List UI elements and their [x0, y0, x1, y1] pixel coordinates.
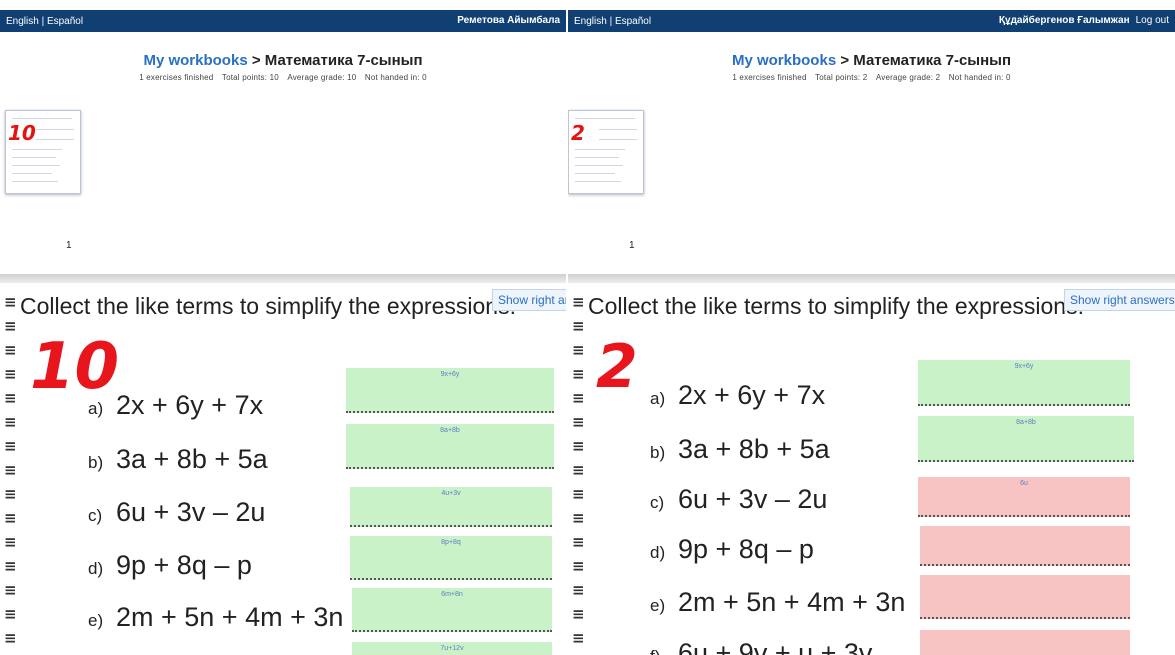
- exercise-expression: 9p + 8q – p: [116, 550, 252, 580]
- exercise-letter: f): [650, 647, 678, 655]
- handwritten-grade: 2: [596, 332, 638, 402]
- left-student-panel: English | Español Реметова Айымбала My w…: [0, 0, 566, 655]
- answer-field-e[interactable]: [920, 575, 1130, 619]
- exercise-expression: 6u + 3v – 2u: [116, 497, 266, 527]
- my-workbooks-link[interactable]: My workbooks: [732, 52, 836, 69]
- stat-not-handed-in: Not handed in: 0: [948, 73, 1011, 82]
- exercise-letter: b): [88, 453, 104, 472]
- exercise-row: a) 2x + 6y + 7x: [88, 390, 263, 421]
- worksheet-title: Collect the like terms to simplify the e…: [588, 293, 1084, 319]
- language-switcher[interactable]: English | Español: [6, 16, 83, 27]
- answer-text: 4u+3v: [441, 490, 461, 497]
- exercise-expression: 2x + 6y + 7x: [116, 390, 264, 420]
- exercise-expression: 2x + 6y + 7x: [678, 380, 826, 410]
- answer-text: 8a+8b: [440, 427, 460, 434]
- answer-field-b[interactable]: 8a+8b: [346, 424, 554, 469]
- stat-not-handed-in: Not handed in: 0: [364, 73, 427, 82]
- answer-field-f[interactable]: 7u+12v: [352, 642, 552, 655]
- exercise-letter: e): [650, 596, 666, 615]
- exercise-expression: 9p + 8q – p: [678, 534, 814, 564]
- answer-field-a[interactable]: 9x+6y: [346, 368, 554, 413]
- my-workbooks-link[interactable]: My workbooks: [143, 52, 247, 69]
- exercise-letter: d): [88, 559, 104, 578]
- answer-field-c[interactable]: 6u: [918, 477, 1130, 517]
- workbook-stats: 1 exercises finished Total points: 2 Ave…: [568, 73, 1175, 82]
- exercise-letter: a): [650, 389, 666, 408]
- worksheet-title: Collect the like terms to simplify the e…: [20, 293, 516, 319]
- thumbnail-grade: 10: [8, 121, 36, 145]
- exercise-expression: 2m + 5n + 4m + 3n: [678, 587, 906, 617]
- workbook-title: My workbooks > Математика 7-сынып: [0, 52, 566, 69]
- exercise-row: c) 6u + 3v – 2u: [88, 497, 265, 528]
- top-bar: English | Español Құдайбергенов Ғалымжан…: [568, 10, 1175, 32]
- exercise-letter: c): [650, 493, 665, 512]
- show-right-answers-button[interactable]: Show right answers: [492, 289, 566, 311]
- workbook-stats: 1 exercises finished Total points: 10 Av…: [0, 73, 566, 82]
- exercise-expression: 2m + 5n + 4m + 3n: [116, 602, 344, 632]
- thumbnail-grade: 2: [571, 121, 585, 145]
- logout-link[interactable]: Log out: [1136, 15, 1169, 26]
- exercise-expression: 3a + 8b + 5a: [678, 434, 830, 464]
- answer-text: 8p+8q: [441, 539, 461, 546]
- answer-text: 6u: [1020, 480, 1028, 487]
- answer-text: 9x+6y: [1014, 363, 1034, 370]
- exercise-row: b) 3a + 8b + 5a: [88, 444, 268, 475]
- user-menu: Құдайбергенов Ғалымжан Log out: [999, 15, 1169, 26]
- answer-field-c[interactable]: 4u+3v: [350, 487, 552, 527]
- exercise-row: c) 6u + 3v – 2u: [650, 484, 827, 515]
- exercise-expression: 3a + 8b + 5a: [116, 444, 268, 474]
- exercise-row: e) 2m + 5n + 4m + 3n: [88, 602, 343, 633]
- stat-exercises-finished: 1 exercises finished: [732, 73, 807, 82]
- top-bar: English | Español Реметова Айымбала: [0, 10, 566, 32]
- page-number[interactable]: 1: [629, 240, 635, 251]
- workbook-name: Математика 7-сынып: [264, 52, 423, 69]
- workbook-name: Математика 7-сынып: [853, 52, 1012, 69]
- right-student-panel: English | Español Құдайбергенов Ғалымжан…: [568, 0, 1175, 655]
- answer-text: 7u+12v: [440, 645, 464, 652]
- exercise-expression: 6u + 3v – 2u: [678, 484, 828, 514]
- language-switcher[interactable]: English | Español: [574, 16, 651, 27]
- workbook-title: My workbooks > Математика 7-сынып: [568, 52, 1175, 69]
- exercise-letter: d): [650, 543, 666, 562]
- answer-field-f[interactable]: [920, 630, 1130, 655]
- exercise-row: b) 3a + 8b + 5a: [650, 434, 830, 465]
- exercise-row: f)6u + 9v + u + 3v: [650, 638, 872, 655]
- worksheet-thumbnail[interactable]: 2: [568, 110, 644, 194]
- stat-total-points: Total points: 10: [221, 73, 279, 82]
- user-name[interactable]: Құдайбергенов Ғалымжан: [999, 15, 1130, 26]
- answer-field-d[interactable]: 8p+8q: [350, 536, 552, 580]
- worksheet-thumbnail[interactable]: 10: [5, 110, 81, 194]
- exercise-letter: b): [650, 443, 666, 462]
- stat-average-grade: Average grade: 10: [287, 73, 357, 82]
- exercise-row: e) 2m + 5n + 4m + 3n: [650, 587, 905, 618]
- divider: [568, 274, 1175, 283]
- exercise-row: d) 9p + 8q – p: [650, 534, 814, 565]
- answer-field-a[interactable]: 9x+6y: [918, 360, 1130, 406]
- stat-average-grade: Average grade: 2: [875, 73, 941, 82]
- exercise-row: a) 2x + 6y + 7x: [650, 380, 825, 411]
- exercise-letter: c): [88, 506, 103, 525]
- show-right-answers-button[interactable]: Show right answers: [1064, 289, 1175, 311]
- exercise-letter: a): [88, 399, 104, 418]
- answer-field-b[interactable]: 8a+8b: [918, 416, 1134, 462]
- stat-total-points: Total points: 2: [815, 73, 868, 82]
- breadcrumb-separator: >: [247, 52, 265, 69]
- user-name[interactable]: Реметова Айымбала: [457, 15, 560, 26]
- breadcrumb-separator: >: [836, 52, 854, 69]
- answer-text: 9x+6y: [440, 371, 460, 378]
- divider: [0, 274, 566, 283]
- exercise-expression: 6u + 9v + u + 3v: [678, 638, 873, 655]
- answer-text: 8a+8b: [1016, 419, 1036, 426]
- page-number[interactable]: 1: [66, 240, 72, 251]
- stat-exercises-finished: 1 exercises finished: [139, 73, 214, 82]
- answer-text: 6m+8n: [441, 591, 463, 598]
- answer-field-e[interactable]: 6m+8n: [352, 588, 552, 632]
- answer-field-d[interactable]: [920, 526, 1130, 566]
- exercise-letter: e): [88, 611, 104, 630]
- exercise-row: d) 9p + 8q – p: [88, 550, 252, 581]
